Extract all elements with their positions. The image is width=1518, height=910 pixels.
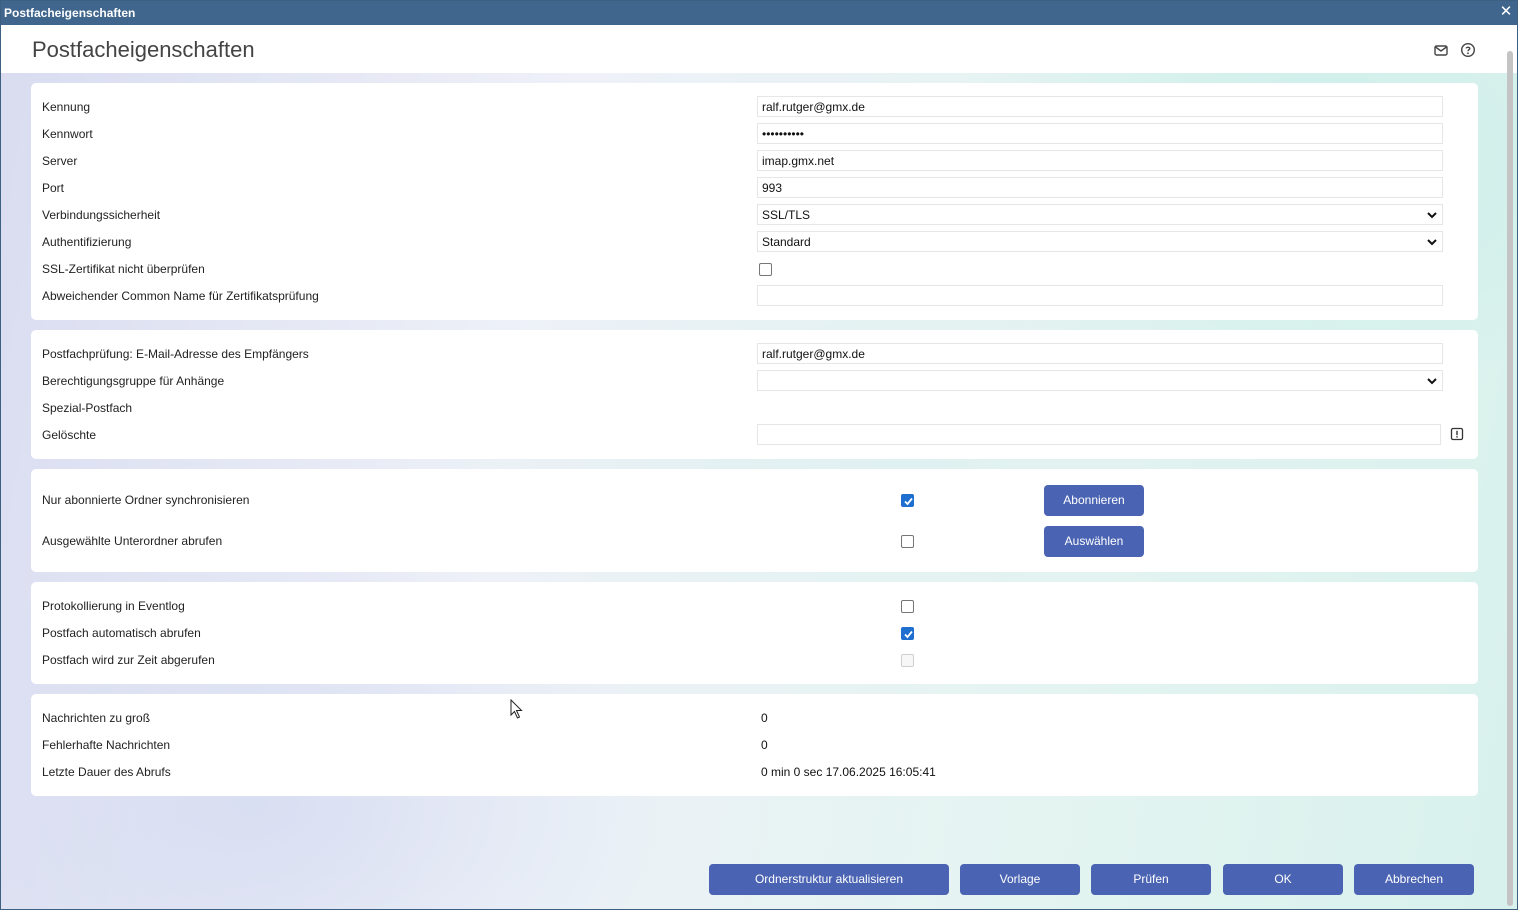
permission-select[interactable] <box>757 370 1443 391</box>
page-header: Postfacheigenschaften <box>1 25 1517 73</box>
security-select-value: SSL/TLS <box>762 208 811 222</box>
subfolders-checkbox[interactable] <box>901 535 914 548</box>
subscribed-label: Nur abonnierte Ordner synchronisieren <box>42 493 250 507</box>
dialog-content: Postfacheigenschaften Kennung Kennwort <box>1 25 1517 909</box>
security-label: Verbindungssicherheit <box>42 208 161 222</box>
kennwort-label: Kennwort <box>42 127 93 141</box>
auth-label: Authentifizierung <box>42 235 132 249</box>
check-button[interactable]: Prüfen <box>1091 864 1211 895</box>
folder-picker-icon[interactable] <box>1449 426 1465 442</box>
dialog-window: Postfacheigenschaften ✕ Postfacheigensch… <box>0 0 1518 910</box>
template-button[interactable]: Vorlage <box>960 864 1080 895</box>
auto-fetch-label: Postfach automatisch abrufen <box>42 626 201 640</box>
permission-label: Berechtigungsgruppe für Anhänge <box>42 374 225 388</box>
faulty-row: Fehlerhafte Nachrichten 0 <box>31 732 1478 759</box>
ssl-check-checkbox[interactable] <box>759 263 772 276</box>
mouse-pointer-icon <box>510 699 523 719</box>
cancel-button[interactable]: Abbrechen <box>1354 864 1474 895</box>
ok-button[interactable]: OK <box>1223 864 1343 895</box>
chevron-down-icon <box>1427 212 1437 219</box>
server-input[interactable] <box>757 150 1443 171</box>
subscribed-row: Nur abonnierte Ordner synchronisieren <box>31 487 1478 514</box>
too-large-row: Nachrichten zu groß 0 <box>31 705 1478 732</box>
faulty-value: 0 <box>761 738 768 752</box>
kennung-input[interactable] <box>757 96 1443 117</box>
deleted-label: Gelöschte <box>42 428 97 442</box>
auto-fetch-row: Postfach automatisch abrufen <box>31 620 1478 647</box>
common-name-row: Abweichender Common Name für Zertifikats… <box>31 283 1478 310</box>
vertical-scrollbar[interactable] <box>1505 51 1515 909</box>
kennwort-row: Kennwort <box>31 121 1478 148</box>
server-label: Server <box>42 154 78 168</box>
close-icon[interactable]: ✕ <box>1498 4 1514 20</box>
page-title: Postfacheigenschaften <box>32 37 255 62</box>
window-title: Postfacheigenschaften <box>4 6 136 20</box>
select-button[interactable]: Auswählen <box>1044 526 1144 557</box>
connection-panel: Kennung Kennwort Server Port Verbindungs… <box>31 83 1478 320</box>
permission-row: Berechtigungsgruppe für Anhänge <box>31 368 1478 395</box>
password-input[interactable] <box>757 123 1443 144</box>
auto-fetch-checkbox[interactable] <box>901 627 914 640</box>
too-large-value: 0 <box>761 711 768 725</box>
title-bar[interactable]: Postfacheigenschaften ✕ <box>1 1 1517 25</box>
recipient-row: Postfachprüfung: E-Mail-Adresse des Empf… <box>31 341 1478 368</box>
chevron-down-icon <box>1427 239 1437 246</box>
server-row: Server <box>31 148 1478 175</box>
eventlog-row: Protokollierung in Eventlog <box>31 593 1478 620</box>
stats-panel: Nachrichten zu groß 0 Fehlerhafte Nachri… <box>31 694 1478 796</box>
last-duration-value: 0 min 0 sec 17.06.2025 16:05:41 <box>761 765 936 779</box>
chevron-down-icon <box>1427 378 1437 385</box>
fetching-now-label: Postfach wird zur Zeit abgerufen <box>42 653 215 667</box>
special-label: Spezial-Postfach <box>42 401 133 415</box>
common-name-label: Abweichender Common Name für Zertifikats… <box>42 289 319 303</box>
eventlog-label: Protokollierung in Eventlog <box>42 599 185 613</box>
mailbox-panel: Postfachprüfung: E-Mail-Adresse des Empf… <box>31 330 1478 459</box>
too-large-label: Nachrichten zu groß <box>42 711 151 725</box>
fetching-now-checkbox <box>901 654 914 667</box>
fetching-now-row: Postfach wird zur Zeit abgerufen <box>31 647 1478 674</box>
options-panel: Protokollierung in Eventlog Postfach aut… <box>31 582 1478 684</box>
ssl-check-row: SSL-Zertifikat nicht überprüfen <box>31 256 1478 283</box>
auth-select-value: Standard <box>762 235 811 249</box>
mail-icon[interactable] <box>1433 42 1449 58</box>
kennung-label: Kennung <box>42 100 91 114</box>
subfolders-row: Ausgewählte Unterordner abrufen <box>31 528 1478 555</box>
security-row: Verbindungssicherheit SSL/TLS <box>31 202 1478 229</box>
ssl-check-label: SSL-Zertifikat nicht überprüfen <box>42 262 205 276</box>
refresh-folders-button[interactable]: Ordnerstruktur aktualisieren <box>709 864 949 895</box>
last-duration-label: Letzte Dauer des Abrufs <box>42 765 171 779</box>
subscribe-button[interactable]: Abonnieren <box>1044 485 1144 516</box>
deleted-input[interactable] <box>757 424 1441 445</box>
recipient-label: Postfachprüfung: E-Mail-Adresse des Empf… <box>42 347 309 361</box>
auth-select[interactable]: Standard <box>757 231 1443 252</box>
port-row: Port <box>31 175 1478 202</box>
special-row: Spezial-Postfach <box>31 395 1478 422</box>
security-select[interactable]: SSL/TLS <box>757 204 1443 225</box>
subfolders-label: Ausgewählte Unterordner abrufen <box>42 534 223 548</box>
last-duration-row: Letzte Dauer des Abrufs 0 min 0 sec 17.0… <box>31 759 1478 786</box>
kennung-row: Kennung <box>31 94 1478 121</box>
common-name-input[interactable] <box>757 285 1443 306</box>
eventlog-checkbox[interactable] <box>901 600 914 613</box>
recipient-input[interactable] <box>757 343 1443 364</box>
port-label: Port <box>42 181 65 195</box>
auth-row: Authentifizierung Standard <box>31 229 1478 256</box>
scrollbar-thumb[interactable] <box>1507 51 1513 906</box>
port-input[interactable] <box>757 177 1443 198</box>
deleted-row: Gelöschte <box>31 422 1478 449</box>
subscribed-checkbox[interactable] <box>901 494 914 507</box>
faulty-label: Fehlerhafte Nachrichten <box>42 738 171 752</box>
sync-panel: Nur abonnierte Ordner synchronisieren Ab… <box>31 469 1478 572</box>
help-icon[interactable] <box>1460 42 1476 58</box>
